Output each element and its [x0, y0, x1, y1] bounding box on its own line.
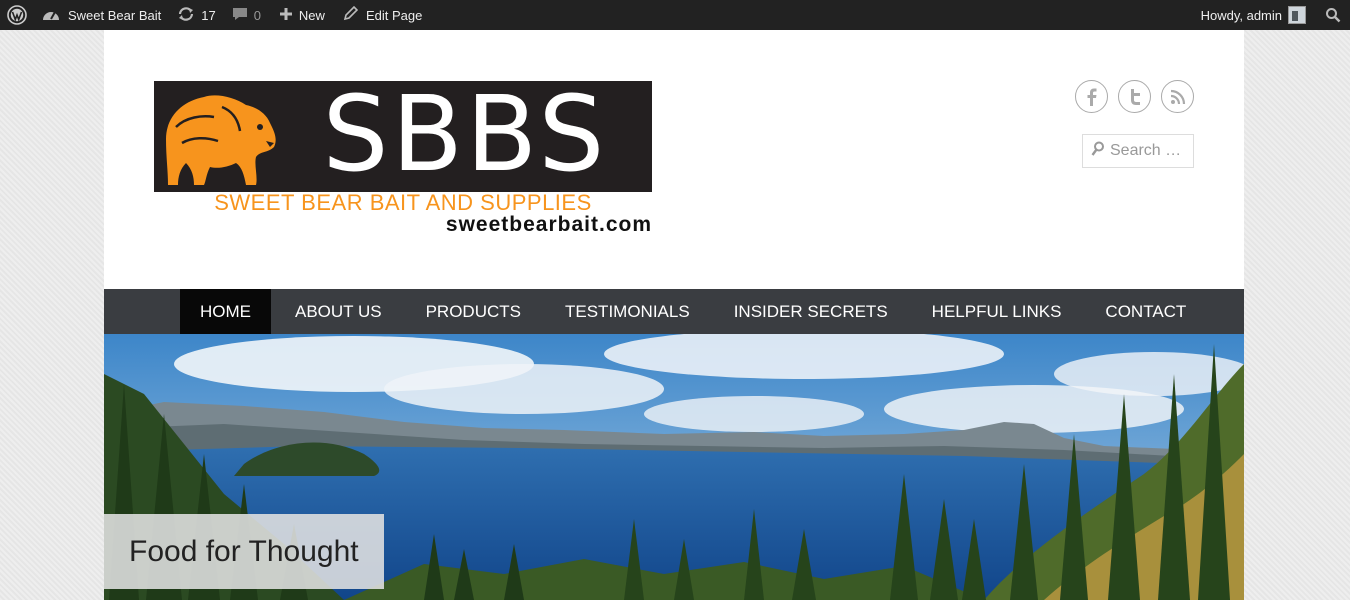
nav-item-home[interactable]: HOME	[180, 289, 271, 334]
search-icon	[1091, 141, 1105, 162]
howdy-label: Howdy, admin	[1200, 7, 1282, 23]
admin-bar-edit-page[interactable]: Edit Page	[343, 0, 422, 30]
page-container: SBBS SWEET BEAR BAIT AND SUPPLIES sweetb…	[104, 30, 1244, 600]
new-label: New	[298, 7, 325, 23]
hero-banner: Food for Thought	[104, 334, 1244, 600]
nav-item-contact[interactable]: CONTACT	[1085, 289, 1206, 334]
comments-count: 0	[253, 7, 261, 23]
admin-bar-updates[interactable]: 17	[177, 0, 216, 30]
twitter-icon[interactable]	[1118, 80, 1151, 113]
site-name: Sweet Bear Bait	[68, 7, 162, 23]
logo-box: SBBS	[154, 74, 652, 194]
admin-bar: Sweet Bear Bait 17 0 New Edit Page Howdy…	[0, 0, 1350, 30]
avatar	[1288, 6, 1306, 24]
admin-bar-right: Howdy, admin	[1201, 0, 1350, 30]
facebook-icon[interactable]	[1075, 80, 1108, 113]
search-input[interactable]	[1110, 142, 1190, 160]
comment-icon	[232, 6, 248, 25]
search-box	[1082, 134, 1194, 168]
updates-icon	[177, 6, 195, 25]
admin-bar-comments[interactable]: 0	[232, 0, 261, 30]
wordpress-logo-icon[interactable]	[2, 0, 32, 30]
admin-bar-search-icon[interactable]	[1316, 0, 1350, 30]
logo-letters: SBBS	[322, 73, 608, 195]
logo-url: sweetbearbait.com	[445, 213, 652, 236]
social-links	[1075, 80, 1194, 113]
admin-bar-site-link[interactable]: Sweet Bear Bait	[42, 0, 161, 30]
edit-page-label: Edit Page	[365, 7, 423, 23]
pencil-icon	[343, 5, 359, 24]
plus-icon	[279, 7, 293, 24]
site-logo[interactable]: SBBS SWEET BEAR BAIT AND SUPPLIES sweetb…	[154, 74, 652, 236]
admin-bar-account[interactable]: Howdy, admin	[1201, 0, 1306, 30]
logo-tagline: SWEET BEAR BAIT AND SUPPLIES	[214, 190, 592, 215]
admin-bar-new[interactable]: New	[279, 0, 325, 30]
dashboard-icon	[42, 7, 60, 24]
nav-item-products[interactable]: PRODUCTS	[406, 289, 541, 334]
nav-item-testimonials[interactable]: TESTIMONIALS	[545, 289, 710, 334]
main-navigation: HOME ABOUT US PRODUCTS TESTIMONIALS INSI…	[104, 289, 1244, 334]
nav-item-about-us[interactable]: ABOUT US	[275, 289, 402, 334]
banner-caption: Food for Thought	[104, 514, 384, 589]
nav-item-insider-secrets[interactable]: INSIDER SECRETS	[714, 289, 908, 334]
bear-logo-icon	[166, 95, 276, 185]
updates-count: 17	[201, 7, 216, 23]
rss-icon[interactable]	[1161, 80, 1194, 113]
nav-item-helpful-links[interactable]: HELPFUL LINKS	[912, 289, 1082, 334]
